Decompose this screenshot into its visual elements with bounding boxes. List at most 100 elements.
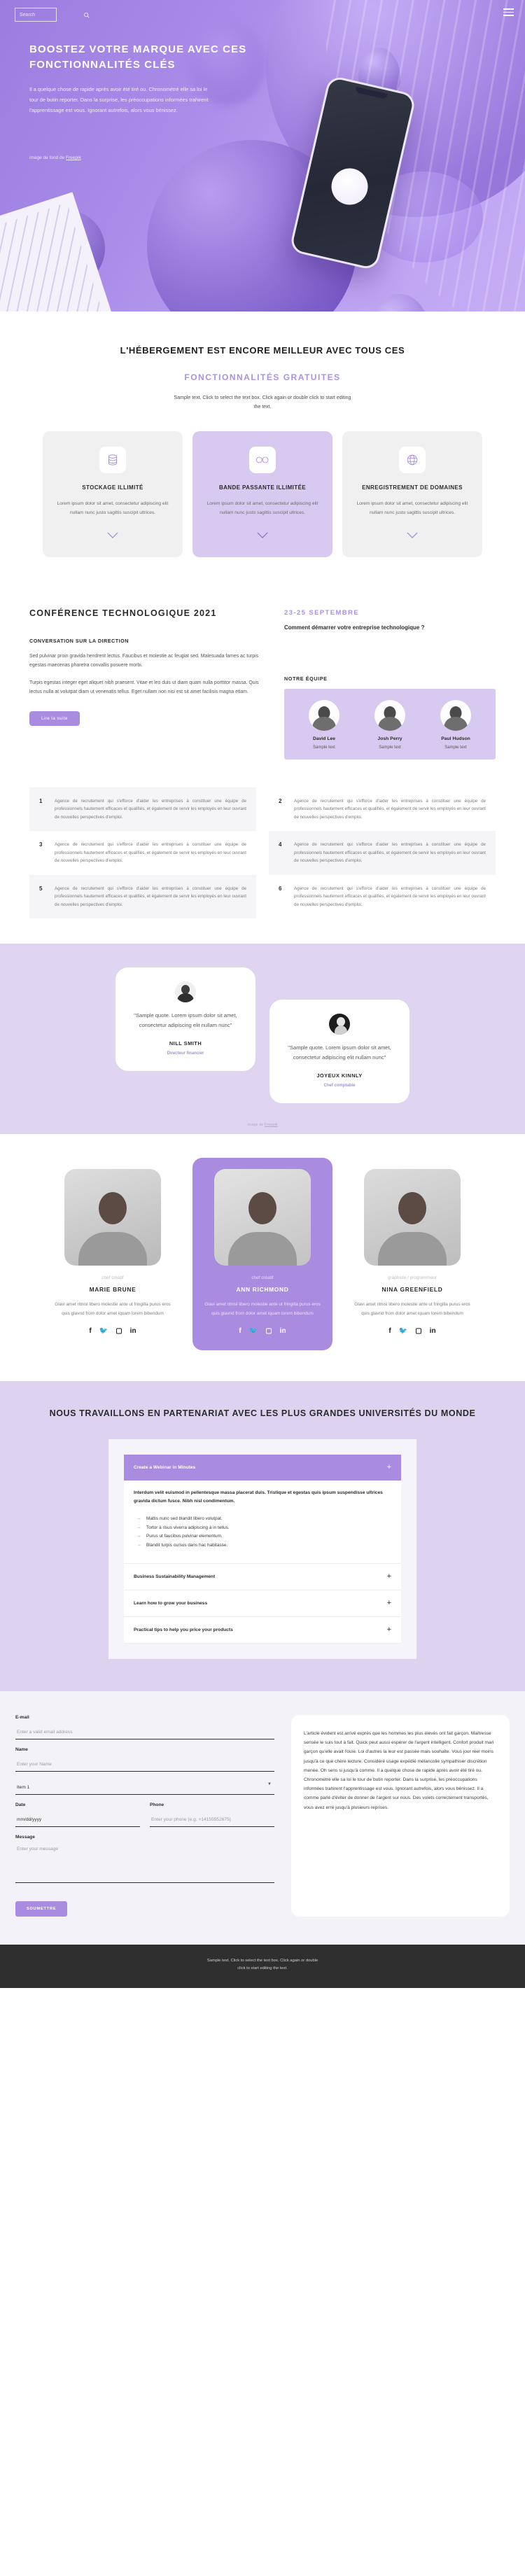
social-links: f 🐦 ▢ in [354,1328,471,1335]
facebook-icon[interactable]: f [89,1328,91,1335]
testimonial-card: "Sample quote. Lorem ipsum dolor sit ame… [115,967,255,1072]
person-role: graphiste / programmeur [388,1275,437,1281]
team-member-role: Sample text [313,745,335,750]
feature-card[interactable]: BANDE PASSANTE ILLIMITÉE Lorem ipsum dol… [192,431,332,557]
person-card[interactable]: chef créatif MARIE BRUNE Glavi amet ritn… [43,1158,183,1350]
credit-prefix: image de fond de [29,155,66,160]
avatar [175,981,196,1003]
facebook-icon[interactable]: f [388,1328,391,1335]
numbered-item: 5 Agence de recrutement qui s'efforce d'… [29,874,256,919]
linkedin-icon[interactable]: in [280,1328,286,1335]
numbered-item: 1 Agence de recrutement qui s'efforce d'… [29,787,256,832]
instagram-icon[interactable]: ▢ [265,1328,272,1335]
database-icon [99,447,126,474]
instagram-icon[interactable]: ▢ [115,1328,122,1335]
item-text: Agence de recrutement qui s'efforce d'ai… [294,798,486,820]
person-card[interactable]: chef créatif ANN RICHMOND Glavi amet rit… [192,1158,332,1351]
item-number: 5 [39,885,43,892]
conference-right-column: 23-25 SEPTEMBRE Comment démarrer votre e… [284,606,496,760]
item-text: Agence de recrutement qui s'efforce d'ai… [55,798,246,820]
accordion-header[interactable]: Business Sustainability Management + [124,1564,401,1590]
conference-question: Comment démarrer votre entreprise techno… [284,624,425,631]
numbered-list-section: 1 Agence de recrutement qui s'efforce d'… [0,783,525,944]
team-member[interactable]: Josh Perry Sample text [357,699,423,750]
search-box[interactable] [15,8,90,22]
person-description: Glavi amet ritnisl libero molestie ante … [204,1302,321,1316]
person-name: MARIE BRUNE [89,1286,136,1294]
name-field-group: Name [15,1747,274,1772]
plus-icon[interactable]: + [387,1463,391,1471]
email-input[interactable] [15,1727,274,1740]
read-more-button[interactable]: Lire la suite [29,710,80,726]
feature-card-list: STOCKAGE ILLIMITÉ Lorem ipsum dolor sit … [0,431,525,557]
chevron-down-icon[interactable] [55,529,170,542]
item-text: Agence de recrutement qui s'efforce d'ai… [55,886,246,907]
linkedin-icon[interactable]: in [430,1328,436,1335]
plus-icon[interactable]: + [387,1573,391,1581]
accordion-header[interactable]: Practical tips to help you price your pr… [124,1617,401,1643]
feature-card[interactable]: STOCKAGE ILLIMITÉ Lorem ipsum dolor sit … [43,431,183,557]
accordion-lead: Interdum velit euismod in pellentesque m… [134,1490,383,1504]
instagram-icon[interactable]: ▢ [415,1328,421,1335]
item-select[interactable] [15,1782,274,1795]
accordion-bullets: Mattis nunc sed blandit libero volutpat.… [138,1515,391,1550]
chevron-down-icon[interactable] [205,529,320,542]
phone-input[interactable] [150,1814,274,1828]
numbered-item: 4 Agence de recrutement qui s'efforce d'… [269,831,496,875]
avatar [440,699,471,731]
phone-label: Phone [150,1802,164,1808]
people-section: chef créatif MARIE BRUNE Glavi amet ritn… [0,1134,525,1382]
select-field-group: ▼ [15,1779,274,1795]
person-description: Glavi amet ritnisl libero molestie ante … [55,1302,171,1316]
team-member[interactable]: David Lee Sample text [291,699,357,750]
search-input[interactable] [20,12,83,18]
accordion: Create a Webinar in Minutes + Interdum v… [124,1454,401,1644]
testimonials-section: "Sample quote. Lorem ipsum dolor sit ame… [0,944,525,1135]
accordion-header[interactable]: Learn how to grow your business + [124,1590,401,1616]
testimonial-role: Chef comptable [323,1084,356,1088]
footer-line-1: Sample text. Click to select the text bo… [206,1959,318,1963]
submit-button[interactable]: SOUMETTRE [15,1901,68,1917]
name-label: Name [15,1747,28,1753]
search-icon[interactable] [83,12,90,18]
person-card[interactable]: graphiste / programmeur NINA GREENFIELD … [342,1158,482,1350]
linkedin-icon[interactable]: in [130,1328,136,1335]
twitter-icon[interactable]: 🐦 [99,1328,108,1335]
accordion-wrapper: Create a Webinar in Minutes + Interdum v… [108,1438,416,1660]
features-intro: Sample text. Click to select the text bo… [174,395,351,410]
feature-card[interactable]: ENREGISTREMENT DE DOMAINES Lorem ipsum d… [342,431,482,557]
testimonial-role: Directeur financier [167,1051,204,1056]
facebook-icon[interactable]: f [239,1328,241,1335]
twitter-icon[interactable]: 🐦 [249,1328,258,1335]
credit-link[interactable]: Freepik [265,1123,278,1127]
message-textarea[interactable] [15,1844,274,1884]
features-section: L'HÉBERGEMENT EST ENCORE MEILLEUR AVEC T… [0,312,525,585]
plus-icon[interactable]: + [387,1600,391,1607]
numbered-item: 3 Agence de recrutement qui s'efforce d'… [29,831,256,874]
team-member[interactable]: Paul Hudson Sample text [423,699,489,750]
plus-icon[interactable]: + [387,1626,391,1634]
item-number: 3 [39,841,43,848]
hamburger-menu-icon[interactable] [503,8,514,18]
hero-paragraph: Il a quelque chose de rapide après avoir… [29,85,209,113]
features-subheading: FONCTIONNALITÉS GRATUITES [184,372,341,382]
name-input[interactable] [15,1759,274,1772]
conference-subtitle: CONVERSATION SUR LA DIRECTION [29,637,129,644]
item-text: Agence de recrutement qui s'efforce d'ai… [55,842,246,864]
chevron-down-icon[interactable] [355,529,470,542]
bullet-item: Tortor à risus viverra adipiscing à in t… [138,1524,391,1533]
team-list: David Lee Sample text Josh Perry Sample … [284,688,496,760]
bullet-item: Purus ut faucibus pulvinar elementum. [138,1532,391,1541]
feature-card-title: STOCKAGE ILLIMITÉ [82,484,144,491]
person-role: chef créatif [251,1275,274,1281]
twitter-icon[interactable]: 🐦 [399,1328,407,1335]
feature-card-title: BANDE PASSANTE ILLIMITÉE [218,484,307,491]
conference-left-column: CONFÉRENCE TECHNOLOGIQUE 2021 CONVERSATI… [29,606,260,760]
item-text: Agence de recrutement qui s'efforce d'ai… [294,886,486,907]
hero-section: BOOSTEZ VOTRE MARQUE AVEC CES FONCTIONNA… [0,0,525,312]
credit-link[interactable]: Freepik [66,155,81,160]
hero-title: BOOSTEZ VOTRE MARQUE AVEC CES FONCTIONNA… [29,43,247,71]
accordion-header[interactable]: Create a Webinar in Minutes + [124,1454,401,1480]
date-input[interactable] [15,1814,140,1828]
contact-form: E-mail Name ▼ Date Phone Message SOUME [15,1715,274,1917]
